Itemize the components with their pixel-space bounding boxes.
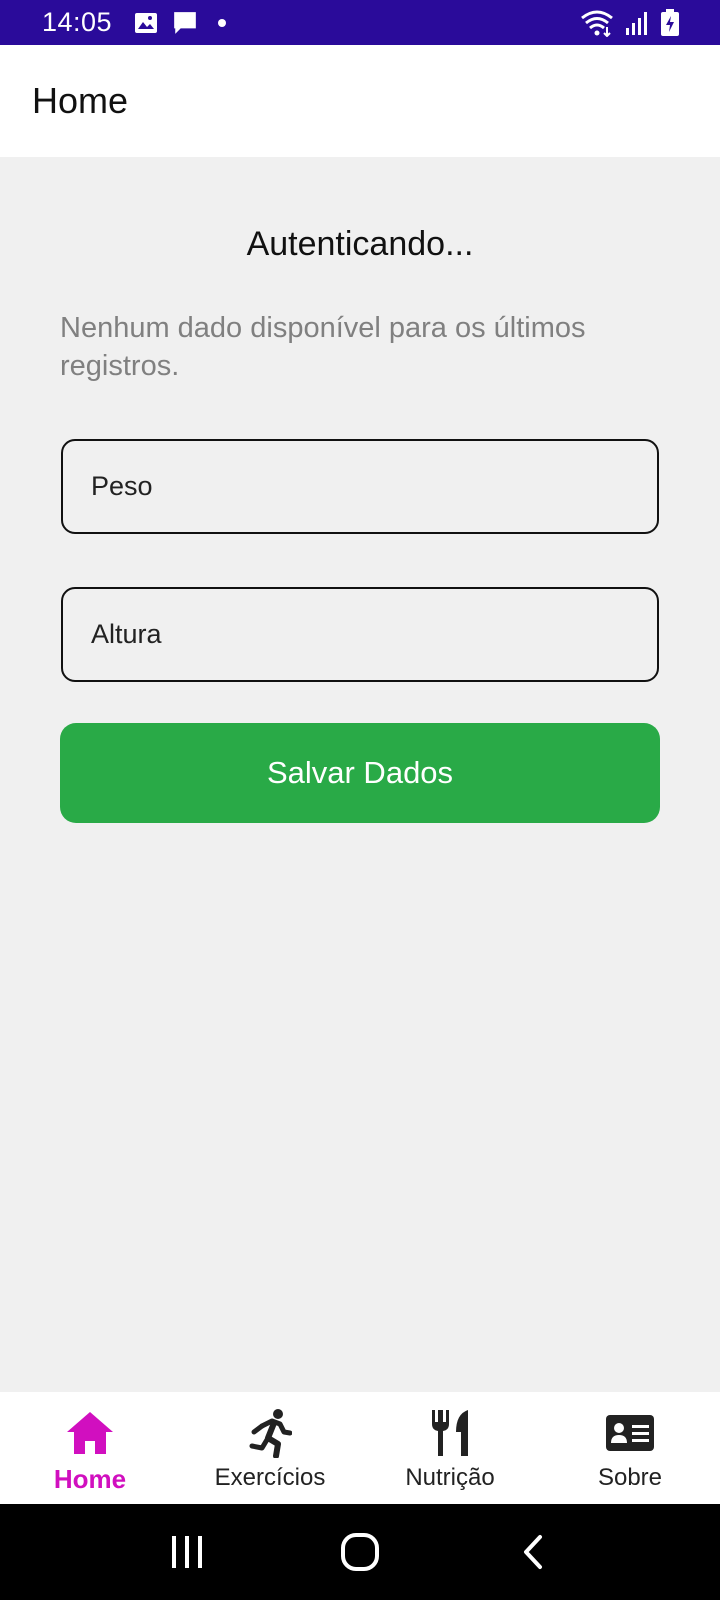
app-bar: Home bbox=[0, 45, 720, 157]
status-left-icons bbox=[134, 10, 232, 36]
status-bar: 14:05 bbox=[0, 0, 720, 45]
message-icon bbox=[172, 10, 198, 36]
home-circle-icon[interactable] bbox=[320, 1522, 400, 1582]
image-icon bbox=[134, 11, 158, 35]
nav-label-about: Sobre bbox=[597, 1464, 663, 1491]
utensils-icon bbox=[428, 1406, 472, 1460]
nav-item-exercises[interactable]: Exercícios bbox=[180, 1392, 360, 1504]
running-icon bbox=[248, 1406, 292, 1460]
id-card-icon bbox=[605, 1406, 655, 1460]
back-icon[interactable] bbox=[493, 1522, 573, 1582]
dot-icon bbox=[212, 13, 232, 33]
nav-label-nutrition: Nutrição bbox=[405, 1464, 495, 1491]
recents-icon[interactable] bbox=[147, 1522, 227, 1582]
nav-item-nutrition[interactable]: Nutrição bbox=[360, 1392, 540, 1504]
screen: 14:05 Home Autenticando... Nenhum dado d… bbox=[0, 0, 720, 1600]
status-time: 14:05 bbox=[42, 7, 113, 37]
no-data-message: Nenhum dado disponível para os últimos r… bbox=[60, 312, 586, 382]
nav-label-home: Home bbox=[53, 1464, 127, 1494]
system-navigation-bar bbox=[0, 1504, 720, 1600]
status-right-icons bbox=[580, 8, 680, 37]
bottom-navigation: Home Exercícios Nutrição Sobre bbox=[0, 1392, 720, 1504]
wifi-icon bbox=[580, 9, 614, 37]
height-input[interactable] bbox=[61, 587, 659, 682]
page-title: Home bbox=[32, 80, 129, 121]
nav-item-about[interactable]: Sobre bbox=[540, 1392, 720, 1504]
battery-icon bbox=[660, 8, 680, 37]
save-data-button[interactable]: Salvar Dados bbox=[60, 723, 660, 823]
auth-status-text: Autenticando... bbox=[246, 225, 474, 263]
signal-icon bbox=[624, 10, 650, 36]
nav-item-home[interactable]: Home bbox=[0, 1392, 180, 1504]
nav-label-exercises: Exercícios bbox=[214, 1464, 326, 1491]
home-icon bbox=[65, 1406, 115, 1460]
weight-input[interactable] bbox=[61, 439, 659, 534]
